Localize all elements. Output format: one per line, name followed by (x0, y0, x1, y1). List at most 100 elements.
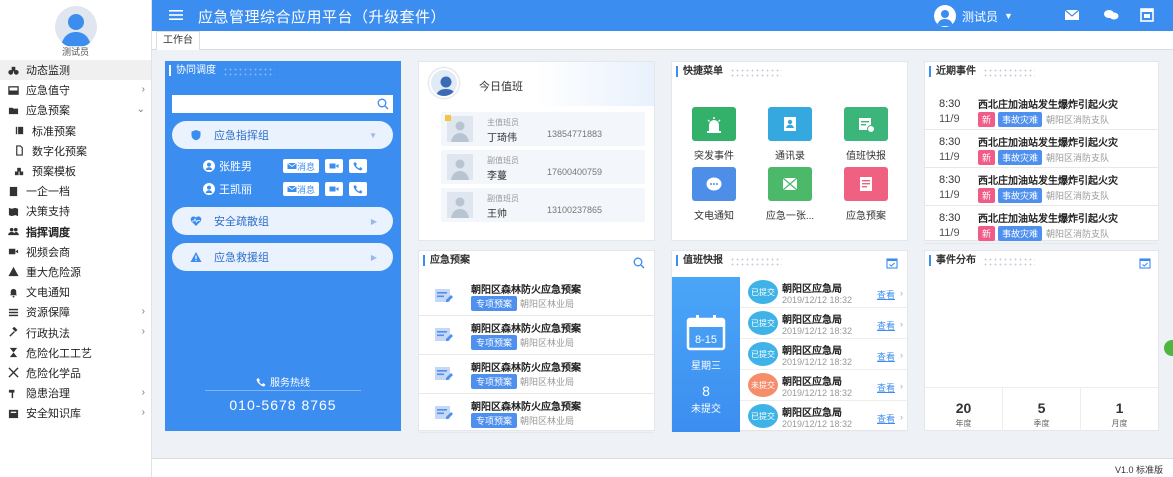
video-camera-icon (329, 163, 339, 169)
quick-menu-item[interactable]: 应急预案 (836, 167, 896, 222)
view-link[interactable]: 查看 (877, 350, 895, 363)
group-rescue[interactable]: 应急救援组 ▶ (172, 243, 393, 271)
member-name: 张胜男 (219, 161, 252, 173)
sidebar-item-16[interactable]: 危险化学品 (0, 363, 151, 383)
message-label: 消息 (297, 184, 316, 195)
shield-icon (191, 130, 201, 141)
video-call-button[interactable] (325, 159, 344, 173)
event-item[interactable]: 8:30 11/9 西北庄加油站发生爆炸引起火灾新事故灾难 朝阳区消防支队 (925, 92, 1158, 130)
report-item: 已提交 朝阳区应急局 2019/12/12 18:32 查看 › (740, 339, 907, 370)
footer: V1.0 标准版 (152, 458, 1173, 477)
chevron-right-icon[interactable]: › (900, 288, 903, 298)
stat-number: 20 (955, 400, 972, 416)
map-icon (768, 167, 812, 201)
search-icon[interactable] (377, 98, 389, 110)
sidebar-item-6[interactable]: 预案模板 (0, 161, 151, 181)
decorative-dots (730, 68, 782, 78)
chat-icon[interactable] (1103, 8, 1119, 22)
group-label: 应急救援组 (214, 252, 269, 264)
quick-menu-item[interactable]: 通讯录 (760, 107, 820, 162)
duty-role: 副值班员 (487, 156, 519, 165)
sidebar-item-14[interactable]: 行政执法 › (0, 322, 151, 342)
view-link[interactable]: 查看 (877, 381, 895, 394)
report-item: 未提交 朝阳区应急局 2019/12/12 18:32 查看 › (740, 370, 907, 401)
quick-menu-label: 值班快报 (846, 151, 886, 162)
duty-name: 李蔓 (487, 171, 507, 182)
chevron-right-icon: ▶ (370, 252, 377, 262)
event-item[interactable]: 8:30 11/9 西北庄加油站发生爆炸引起火灾新事故灾难 朝阳区消防支队 (925, 168, 1158, 206)
recent-events-panel: 近期事件 8:30 11/9 西北庄加油站发生爆炸引起火灾新事故灾难 朝阳区消防支队 8… (924, 61, 1159, 244)
sidebar-item-10[interactable]: 视频会商 (0, 242, 151, 262)
warning-icon (190, 252, 202, 262)
plan-item[interactable]: 朝阳区森林防火应急预案 专项预案 朝阳区林业局 (419, 316, 654, 355)
coordination-search-input[interactable] (172, 95, 393, 113)
top-user-menu[interactable]: 测试员 ▼ (928, 5, 1013, 27)
sidebar-item-12[interactable]: 文电通知 (0, 282, 151, 302)
chevron-icon: › (141, 306, 145, 318)
video-call-button[interactable] (325, 182, 344, 196)
phone-call-button[interactable] (349, 159, 368, 173)
member-row: 王凯丽 消息 (203, 181, 393, 197)
duty-name: 王帅 (487, 209, 507, 220)
sidebar-item-5[interactable]: 数字化预案 (0, 141, 151, 161)
chevron-icon: › (141, 326, 145, 338)
duty-row: 主值班员 丁琦伟 13854771883 (441, 112, 645, 146)
sidebar-item-13[interactable]: 资源保障 › (0, 302, 151, 322)
group-command[interactable]: 应急指挥组 ▼ (172, 121, 393, 149)
tab-workbench[interactable]: 工作台 (156, 31, 200, 50)
view-link[interactable]: 查看 (877, 412, 895, 425)
mail-icon[interactable] (1064, 8, 1080, 22)
group-evacuation[interactable]: 安全疏散组 ▶ (172, 207, 393, 235)
event-item[interactable]: 8:30 11/9 西北庄加油站发生爆炸引起火灾新事故灾难 朝阳区消防支队 (925, 130, 1158, 168)
chevron-right-icon[interactable]: › (900, 319, 903, 329)
message-button[interactable]: 消息 (283, 182, 320, 196)
sidebar-item-18[interactable]: 安全知识库 › (0, 403, 151, 423)
quick-menu-item[interactable]: 应急一张... (760, 167, 820, 222)
user-name: 测试员 (61, 47, 89, 57)
phone-call-button[interactable] (349, 182, 368, 196)
duty-phone: 13854771883 (547, 129, 603, 139)
sidebar-item-1[interactable]: 动态监测 (0, 60, 151, 81)
view-link[interactable]: 查看 (877, 319, 895, 332)
message-button[interactable]: 消息 (283, 159, 320, 173)
sidebar-item-11[interactable]: 重大危险源 (0, 262, 151, 282)
search-icon[interactable] (633, 257, 645, 269)
sidebar-item-3[interactable]: 应急预案 ⌄ (0, 100, 151, 120)
plan-document-icon (433, 286, 455, 306)
divider (205, 390, 361, 391)
flask-icon (6, 367, 20, 378)
view-link[interactable]: 查看 (877, 288, 895, 301)
sidebar-item-8[interactable]: 决策支持 (0, 201, 151, 221)
floating-action-button[interactable] (1164, 340, 1173, 356)
chevron-right-icon[interactable]: › (900, 381, 903, 391)
sidebar-item-9[interactable]: 指挥调度 (0, 222, 151, 242)
quick-menu-item[interactable]: 文电通知 (684, 167, 744, 222)
hamburger-menu-icon[interactable] (168, 7, 184, 23)
duty-panel: 今日值班 主值班员 丁琦伟 13854771883 副值班员 李蔓 17600400759… (418, 61, 655, 241)
window-icon[interactable] (1139, 8, 1155, 22)
sidebar-item-15[interactable]: 危险化工工艺 (0, 343, 151, 363)
chevron-right-icon[interactable]: › (900, 412, 903, 422)
plan-org: 朝阳区林业局 (520, 416, 575, 426)
chevron-down-icon: ▼ (1004, 11, 1013, 21)
quick-menu-item[interactable]: 值班快报 (836, 107, 896, 162)
sidebar-item-4[interactable]: 标准预案 (0, 121, 151, 141)
avatar[interactable] (55, 6, 97, 48)
video-camera-icon (329, 186, 339, 192)
calendar-check-icon[interactable] (886, 257, 898, 269)
user-avatar-icon (435, 76, 457, 96)
plan-item[interactable]: 朝阳区森林防火应急预案 专项预案 朝阳区林业局 (419, 394, 654, 433)
quick-menu-item[interactable]: 突发事件 (684, 107, 744, 162)
sidebar-item-7[interactable]: 一企一档 (0, 181, 151, 201)
chevron-right-icon[interactable]: › (900, 350, 903, 360)
event-item[interactable]: 8:30 11/9 西北庄加油站发生爆炸引起火灾新事故灾难 朝阳区消防支队 (925, 206, 1158, 244)
sidebar-item-2[interactable]: 应急值守 › (0, 80, 151, 100)
sidebar-item-label: 视频会商 (26, 246, 70, 259)
plan-item[interactable]: 朝阳区森林防火应急预案 专项预案 朝阳区林业局 (419, 277, 654, 316)
calendar-check-icon[interactable] (1139, 257, 1151, 269)
sidebar-item-label: 决策支持 (26, 206, 70, 219)
plan-item[interactable]: 朝阳区森林防火应急预案 专项预案 朝阳区林业局 (419, 355, 654, 394)
duty-header: 今日值班 (419, 62, 654, 106)
sidebar-item-17[interactable]: 隐患治理 › (0, 383, 151, 403)
user-icon (203, 183, 215, 195)
